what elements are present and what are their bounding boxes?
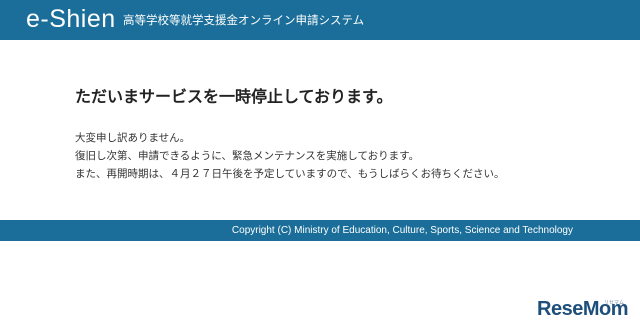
copyright-text: Copyright (C) Ministry of Education, Cul… <box>231 225 573 236</box>
brand-logo[interactable]: e-Shien <box>26 4 116 34</box>
site-header: e-Shien 高等学校等就学支援金オンライン申請システム <box>0 0 640 40</box>
notice-messages: 大変申し訳ありません。 復旧し次第、申請できるように、緊急メンテナンスを実施して… <box>75 129 595 183</box>
watermark-ruby: リセマム <box>603 300 624 306</box>
notice-line-apology: 大変申し訳ありません。 <box>75 132 191 144</box>
page-title: ただいまサービスを一時停止しております。 <box>75 87 393 106</box>
maintenance-page: e-Shien 高等学校等就学支援金オンライン申請システム ただいまサービスを一… <box>0 0 640 329</box>
notice-line-maintenance: 復旧し次第、申請できるように、緊急メンテナンスを実施しております。 <box>75 150 420 162</box>
notice-line-resume: また、再開時期は、４月２７日午後を予定していますので、もうしばらくお待ちください… <box>75 168 505 180</box>
site-footer: Copyright (C) Ministry of Education, Cul… <box>0 220 640 241</box>
resemom-watermark-logo: リセマム ReseMom <box>537 297 628 321</box>
maintenance-notice: ただいまサービスを一時停止しております。 大変申し訳ありません。 復旧し次第、申… <box>75 86 595 183</box>
system-name: 高等学校等就学支援金オンライン申請システム <box>123 13 365 27</box>
